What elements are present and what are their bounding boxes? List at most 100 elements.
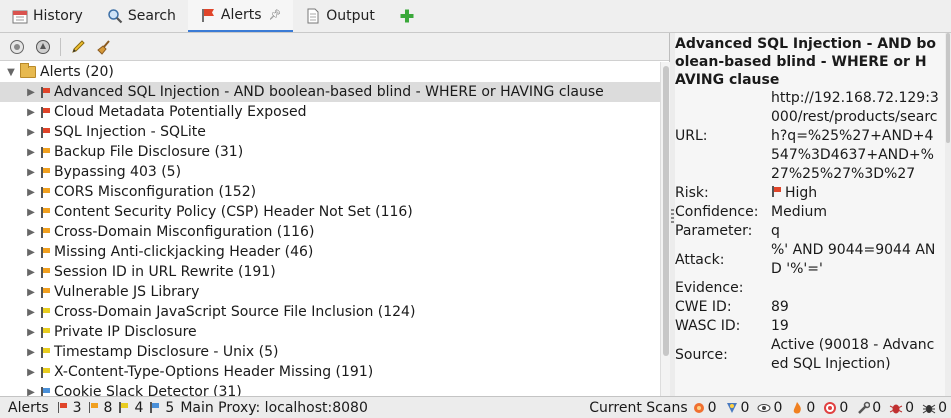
alert-tree-item[interactable]: ▶ Bypassing 403 (5): [0, 162, 660, 182]
medium-risk-flag-icon: [40, 206, 51, 218]
expand-arrow-icon[interactable]: ▶: [26, 127, 36, 138]
footer-high-count: 3: [57, 400, 82, 416]
alert-tree-item[interactable]: ▶ CORS Misconfiguration (152): [0, 182, 660, 202]
expand-arrow-icon[interactable]: ▶: [26, 327, 36, 338]
expand-arrow-icon[interactable]: ▶: [26, 367, 36, 378]
tab-search-label: Search: [127, 8, 176, 24]
expand-arrow-icon[interactable]: ▶: [26, 87, 36, 98]
low-flag-icon: [118, 402, 129, 413]
scan-passive-count[interactable]: 0: [757, 400, 782, 416]
footer-high-count-value: 3: [72, 399, 82, 416]
alert-tree-item[interactable]: ▶ Missing Anti-clickjacking Header (46): [0, 242, 660, 262]
detail-row-risk: Risk: High: [675, 184, 951, 203]
detail-attack-value: %' AND 9044=9044 AND '%'=': [771, 242, 936, 277]
alert-tree-item[interactable]: ▶ X-Content-Type-Options Header Missing (…: [0, 362, 660, 382]
alert-tree-item-label: X-Content-Type-Options Header Missing (1…: [54, 364, 374, 380]
alert-tree-item-label: Advanced SQL Injection - AND boolean-bas…: [54, 84, 604, 100]
high-flag-icon: [57, 402, 68, 413]
scan-bug-count[interactable]: 0: [889, 400, 914, 416]
expand-arrow-icon[interactable]: ▶: [26, 387, 36, 397]
expand-arrow-icon[interactable]: ▼: [6, 67, 16, 78]
high-risk-flag-icon: [40, 86, 51, 98]
alerts-tree[interactable]: ▼ Alerts (20) ▶ Advanced SQL Injection - …: [0, 62, 660, 396]
alert-tree-item[interactable]: ▶ Cookie Slack Detector (31): [0, 382, 660, 396]
tab-alerts[interactable]: Alerts 📌︎: [187, 0, 294, 32]
alert-tree-item[interactable]: ▶ Session ID in URL Rewrite (191): [0, 262, 660, 282]
scan-count: 0: [806, 399, 816, 416]
alert-tree-item-label: Timestamp Disclosure - Unix (5): [54, 344, 279, 360]
low-risk-flag-icon: [40, 366, 51, 378]
footer-medium-count: 8: [88, 400, 112, 416]
alerts-panel: ▼ Alerts (20) ▶ Advanced SQL Injection - …: [0, 33, 670, 396]
expand-arrow-icon[interactable]: ▶: [26, 307, 36, 318]
alert-tree-item[interactable]: ▶ Cross-Domain JavaScript Source File Inc…: [0, 302, 660, 322]
alert-tree-item[interactable]: ▶ Timestamp Disclosure - Unix (5): [0, 342, 660, 362]
expand-arrow-icon[interactable]: ▶: [26, 167, 36, 178]
medium-flag-icon: [88, 402, 99, 413]
alert-tree-item-label: Cookie Slack Detector (31): [54, 384, 242, 396]
detail-row-source: Source: Active (90018 - Advanced SQL Inj…: [675, 336, 951, 374]
spider-scan-icon: [693, 402, 704, 413]
filter-icon[interactable]: [8, 38, 26, 56]
scope-icon[interactable]: [34, 38, 52, 56]
alert-tree-item[interactable]: ▶ Cross-Domain Misconfiguration (116): [0, 222, 660, 242]
tab-history[interactable]: History: [0, 0, 95, 32]
expand-arrow-icon[interactable]: ▶: [26, 247, 36, 258]
scan-count: 0: [938, 399, 947, 416]
alert-tree-item-label: SQL Injection - SQLite: [54, 124, 206, 140]
expand-arrow-icon[interactable]: ▶: [26, 287, 36, 298]
expand-arrow-icon[interactable]: ▶: [26, 107, 36, 118]
scan-active-count[interactable]: 0: [790, 400, 815, 416]
add-tab-button[interactable]: [387, 0, 427, 32]
detail-label: Parameter:: [675, 223, 753, 239]
scan-count: 0: [740, 399, 750, 416]
details-scrollbar[interactable]: [945, 33, 951, 396]
document-icon: [305, 8, 321, 24]
details-scrollbar-thumb[interactable]: [946, 33, 950, 143]
detail-row-wasc: WASC ID: 19: [675, 317, 951, 336]
alert-tree-item[interactable]: ▶ SQL Injection - SQLite: [0, 122, 660, 142]
alerts-scrollbar[interactable]: [660, 62, 670, 396]
footer-low-count-value: 4: [134, 399, 144, 416]
alert-tree-item[interactable]: ▶ Backup File Disclosure (31): [0, 142, 660, 162]
fire-icon: [794, 401, 802, 413]
scan-spider-web-count[interactable]: 0: [922, 400, 947, 416]
toolbar-divider: [60, 37, 61, 56]
alert-tree-item[interactable]: ▶ Content Security Policy (CSP) Header No…: [0, 202, 660, 222]
alert-tree-item[interactable]: ▶ Vulnerable JS Library: [0, 282, 660, 302]
alerts-scrollbar-thumb[interactable]: [663, 66, 669, 356]
expand-arrow-icon[interactable]: ▶: [26, 227, 36, 238]
footer-current-scans-label: Current Scans: [589, 399, 688, 416]
tab-bar: History Search Alerts 📌︎ Output: [0, 0, 951, 33]
broom-icon[interactable]: [95, 38, 113, 56]
alert-tree-item[interactable]: ▶ Cloud Metadata Potentially Exposed: [0, 102, 660, 122]
edit-pencil-icon[interactable]: [69, 38, 87, 56]
scan-count: 0: [707, 399, 717, 416]
tab-search[interactable]: Search: [95, 0, 188, 32]
alerts-root-node[interactable]: ▼ Alerts (20): [0, 62, 660, 82]
pin-icon[interactable]: 📌︎: [269, 10, 282, 21]
scan-spider-count[interactable]: 0: [692, 400, 717, 416]
expand-arrow-icon[interactable]: ▶: [26, 187, 36, 198]
expand-arrow-icon[interactable]: ▶: [26, 147, 36, 158]
scan-wrench-count[interactable]: 0: [856, 400, 881, 416]
medium-risk-flag-icon: [40, 246, 51, 258]
low-risk-flag-icon: [40, 306, 51, 318]
expand-arrow-icon[interactable]: ▶: [26, 207, 36, 218]
expand-arrow-icon[interactable]: ▶: [26, 347, 36, 358]
scan-target-count[interactable]: 0: [823, 400, 848, 416]
alerts-tree-children: ▶ Advanced SQL Injection - AND boolean-ba…: [0, 82, 660, 396]
alert-tree-item[interactable]: ▶ Advanced SQL Injection - AND boolean-ba…: [0, 82, 660, 102]
medium-risk-flag-icon: [40, 226, 51, 238]
alert-tree-item-label: Bypassing 403 (5): [54, 164, 182, 180]
expand-arrow-icon[interactable]: ▶: [26, 267, 36, 278]
tab-output[interactable]: Output: [293, 0, 387, 32]
footer-proxy: Main Proxy: localhost:8080: [180, 399, 368, 416]
scan-ajax-count[interactable]: 0: [725, 399, 750, 416]
alert-tree-item[interactable]: ▶ Private IP Disclosure: [0, 322, 660, 342]
scan-count: 0: [872, 399, 882, 416]
status-bar: Alerts 3 8 4 5 Main Proxy: localhost:808…: [0, 396, 951, 418]
splitter-grip-icon[interactable]: [671, 209, 674, 223]
informational-risk-flag-icon: [40, 386, 51, 396]
low-risk-flag-icon: [40, 346, 51, 358]
